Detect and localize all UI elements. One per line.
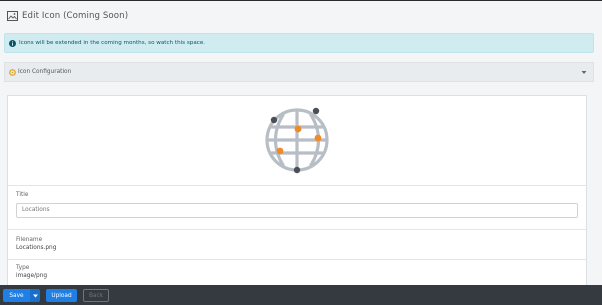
icon-preview (8, 96, 586, 186)
upload-button[interactable]: Upload (46, 289, 77, 302)
icon-configuration-toggle[interactable]: Icon Configuration (4, 62, 594, 82)
top-border (0, 0, 602, 1)
caret-down-icon (32, 294, 38, 297)
settings-circle-icon (9, 68, 16, 76)
title-input[interactable]: Locations (16, 203, 578, 218)
alert-text: Icons will be extended in the coming mon… (19, 40, 206, 46)
title-label: Title (16, 192, 29, 198)
caret-down-icon[interactable] (581, 70, 587, 75)
page-title: Edit Icon (Coming Soon) (22, 11, 129, 21)
image-icon (7, 11, 18, 21)
save-options-dropdown[interactable] (30, 289, 40, 302)
filename-label: Filename (16, 237, 43, 243)
section-title: Icon Configuration (18, 69, 72, 75)
filename-value: Locations.png (16, 245, 57, 251)
action-toolbar: Save Upload Back (0, 285, 602, 305)
save-button[interactable]: Save (3, 289, 30, 302)
page-header: Edit Icon (Coming Soon) (7, 9, 128, 23)
title-field: Title Locations (8, 185, 586, 230)
info-circle-icon (9, 39, 16, 47)
back-button[interactable]: Back (83, 289, 109, 302)
info-alert: Icons will be extended in the coming mon… (4, 33, 594, 53)
type-value: image/png (16, 273, 48, 279)
globe-network-icon (265, 107, 329, 174)
icon-details-card: Title Locations Filename Locations.png T… (7, 95, 587, 290)
type-label: Type (16, 265, 30, 271)
filename-field: Filename Locations.png (8, 230, 586, 260)
